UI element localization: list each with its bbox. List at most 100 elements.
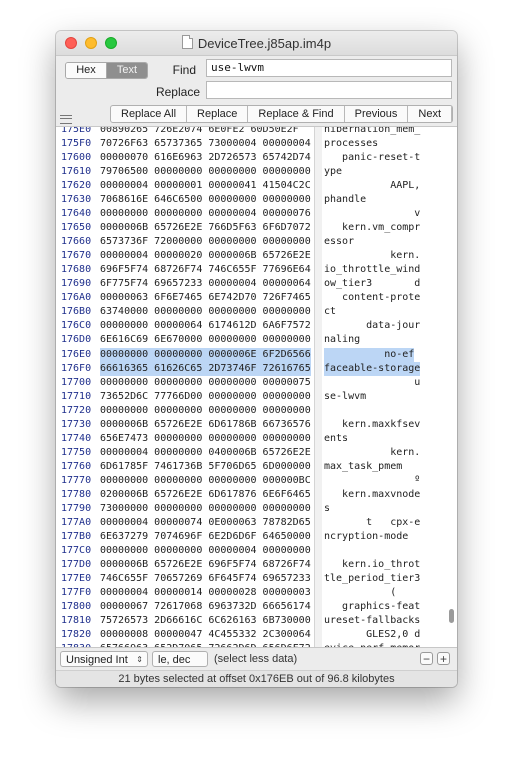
row-text[interactable]: io_throttle_wind (324, 263, 420, 277)
row-hex-bytes[interactable]: 73000000 00000000 00000000 00000000 (100, 502, 311, 516)
row-hex-bytes[interactable]: 00000000 00000000 00000004 00000076 (100, 207, 311, 221)
row-text[interactable]: AAPL, (324, 179, 420, 193)
row-hex-bytes[interactable]: 00000004 00000074 0E000063 78782D65 (100, 516, 311, 530)
row-text[interactable]: essor (324, 235, 354, 249)
row-text[interactable]: graphics-feat (324, 600, 420, 614)
row-hex-bytes[interactable]: 00000000 00000000 00000000 00000075 (100, 376, 311, 390)
mode-text-button[interactable]: Text (107, 63, 147, 78)
row-hex-bytes[interactable]: 73652D6C 77766D00 00000000 00000000 (100, 390, 311, 404)
row-hex-bytes[interactable]: 656E7473 00000000 00000000 00000000 (100, 432, 311, 446)
row-hex-bytes[interactable]: 00000000 00000000 00000000 000000BC (100, 474, 311, 488)
row-text[interactable]: max_task_pmem (324, 460, 402, 474)
row-text[interactable]: ct (324, 305, 336, 319)
row-hex-bytes[interactable]: 6573736F 72000000 00000000 00000000 (100, 235, 311, 249)
vertical-scrollbar[interactable] (446, 127, 457, 647)
replace-input[interactable] (206, 81, 452, 99)
find-replace-buttons: Replace All Replace Replace & Find Previ… (56, 103, 457, 124)
replace-label: Replace (155, 85, 200, 99)
row-text[interactable]: GLES2,0 d (324, 628, 420, 642)
row-hex-bytes[interactable]: 75726573 2D66616C 6C626163 6B730000 (100, 614, 311, 628)
hex-text-mode-toggle[interactable]: Hex Text (65, 62, 148, 79)
title-bar[interactable]: DeviceTree.j85ap.im4p (56, 31, 457, 56)
row-text[interactable]: kern. (324, 446, 420, 460)
replace-button[interactable]: Replace (187, 106, 249, 122)
row-hex-bytes[interactable]: 00000004 00000000 0400006B 65726E2E (100, 446, 311, 460)
row-hex-bytes[interactable]: 00000070 616E6963 2D726573 65742D74 (100, 151, 311, 165)
next-button[interactable]: Next (408, 106, 453, 122)
row-offset: 177A0 (61, 516, 92, 528)
row-text[interactable]: s (324, 502, 330, 516)
row-text[interactable]: kern.maxvnode (324, 488, 420, 502)
row-hex-bytes[interactable]: 0000006B 65726E2E 766D5F63 6F6D7072 (100, 221, 311, 235)
row-text[interactable]: ow_tier3 d (324, 277, 420, 291)
row-offset: 17620 (61, 180, 92, 192)
row-hex-bytes[interactable]: 00000000 00000000 00000000 00000000 (100, 404, 311, 418)
row-hex-bytes[interactable]: 6F775F74 69657233 00000004 00000064 (100, 277, 311, 291)
scrollbar-thumb[interactable] (449, 609, 454, 623)
find-input[interactable]: use-lwvm (206, 59, 452, 77)
row-text[interactable]: ype (324, 165, 342, 179)
row-hex-bytes[interactable]: 00000004 00000014 00000028 00000003 (100, 586, 311, 600)
row-text[interactable]: hibernation_mem_ (324, 127, 420, 137)
type-popup[interactable]: Unsigned Int ⇕ (60, 651, 148, 667)
previous-button[interactable]: Previous (345, 106, 409, 122)
status-bar: 21 bytes selected at offset 0x176EB out … (56, 670, 457, 687)
row-text[interactable]: v (324, 207, 420, 221)
row-text[interactable]: naling (324, 333, 360, 347)
row-text[interactable]: no-ef (324, 347, 415, 362)
row-hex-bytes[interactable]: 6E637279 7074696F 6E2D6D6F 64650000 (100, 530, 311, 544)
window-title-wrap: DeviceTree.j85ap.im4p (56, 35, 457, 51)
row-hex-bytes[interactable]: 0200006B 65726E2E 6D617876 6E6F6465 (100, 488, 311, 502)
row-hex-bytes[interactable]: 00890265 726E2074 6E0FE2 60D50E2F (100, 127, 299, 137)
row-text[interactable]: kern.maxkfsev (324, 418, 420, 432)
row-hex-bytes[interactable]: 00000067 72617068 6963732D 66656174 (100, 600, 311, 614)
row-hex-bytes[interactable]: 00000004 00000020 0000006B 65726E2E (100, 249, 311, 263)
row-text[interactable]: ents (324, 432, 348, 446)
row-hex-bytes[interactable]: 00000000 00000000 0000006E 6F2D6566 (100, 347, 311, 362)
row-text[interactable]: faceable-storage (324, 361, 421, 376)
row-hex-bytes[interactable]: 63740000 00000000 00000000 00000000 (100, 305, 311, 319)
row-hex-bytes[interactable]: 00000000 00000000 00000004 00000000 (100, 544, 311, 558)
endian-popup[interactable]: le, dec (152, 651, 208, 667)
mode-hex-button[interactable]: Hex (66, 63, 107, 78)
replace-all-button[interactable]: Replace All (111, 106, 188, 122)
row-hex-bytes[interactable]: 696F5F74 68726F74 746C655F 77696E64 (100, 263, 311, 277)
row-text[interactable]: kern.io_throt (324, 558, 420, 572)
row-hex-bytes[interactable]: 00000004 00000001 00000041 41504C2C (100, 179, 311, 193)
row-text[interactable]: tle_period_tier3 (324, 572, 420, 586)
row-offset: 17660 (61, 236, 92, 248)
row-text[interactable]: º (324, 474, 420, 488)
row-hex-bytes[interactable]: 00000008 00000047 4C455332 2C300064 (100, 628, 311, 642)
row-text[interactable]: ncryption-mode (324, 530, 408, 544)
row-hex-bytes[interactable]: 0000006B 65726E2E 6D61786B 66736576 (100, 418, 311, 432)
row-hex-bytes[interactable]: 746C655F 70657269 6F645F74 69657233 (100, 572, 311, 586)
row-text[interactable]: ( (324, 586, 396, 600)
row-text[interactable]: kern.vm_compr (324, 221, 420, 235)
row-text[interactable]: content-prote (324, 291, 420, 305)
row-hex-bytes[interactable]: 0000006B 65726E2E 696F5F74 68726F74 (100, 558, 311, 572)
row-text[interactable]: kern. (324, 249, 420, 263)
hex-view[interactable]: 175E0 00890265 726E2074 6E0FE2 60D50E2F hi… (56, 126, 457, 647)
row-hex-bytes[interactable]: 70726F63 65737365 73000004 00000004 (100, 137, 311, 151)
remove-inspector-button[interactable]: − (420, 652, 433, 665)
row-hex-bytes[interactable]: 00000000 00000064 6174612D 6A6F7572 (100, 319, 311, 333)
replace-and-find-button[interactable]: Replace & Find (248, 106, 345, 122)
row-hex-bytes[interactable]: 66616365 61626C65 2D73746F 72616765 (100, 361, 311, 376)
row-text[interactable]: u (324, 376, 420, 390)
row-text[interactable]: panic-reset-t (324, 151, 420, 165)
row-text[interactable]: phandle (324, 193, 366, 207)
row-text[interactable]: data-jour (324, 319, 420, 333)
row-hex-bytes[interactable]: 6E616C69 6E670000 00000000 00000000 (100, 333, 311, 347)
row-text[interactable]: processes (324, 137, 378, 151)
add-inspector-button[interactable]: + (437, 652, 450, 665)
row-hex-bytes[interactable]: 7068616E 646C6500 00000000 00000000 (100, 193, 311, 207)
row-hex-bytes[interactable]: 79706500 00000000 00000000 00000000 (100, 165, 311, 179)
row-offset: 17650 (61, 222, 92, 234)
row-hex-bytes[interactable]: 6D61785F 7461736B 5F706D65 6D000000 (100, 460, 311, 474)
row-text[interactable]: t cpx-e (324, 516, 420, 530)
button-group: Replace All Replace Replace & Find Previ… (110, 105, 454, 123)
menu-lines-icon[interactable] (60, 115, 72, 124)
row-hex-bytes[interactable]: 00000063 6F6E7465 6E742D70 726F7465 (100, 291, 311, 305)
row-text[interactable]: ureset-fallbacks (324, 614, 420, 628)
row-text[interactable]: se-lwvm (324, 390, 366, 404)
